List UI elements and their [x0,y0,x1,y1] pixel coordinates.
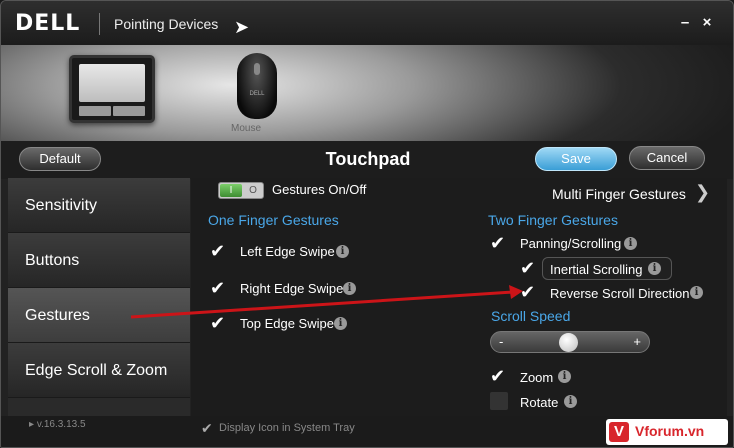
watermark-badge: V [609,422,629,442]
watermark-text: Vforum.vn [635,423,705,439]
dell-pointing-devices-window: DELL Pointing Devices ➤ – × DELL Mouse D… [0,0,734,448]
annotation-arrow [130,285,523,319]
watermark: V Vforum.vn [606,419,728,445]
